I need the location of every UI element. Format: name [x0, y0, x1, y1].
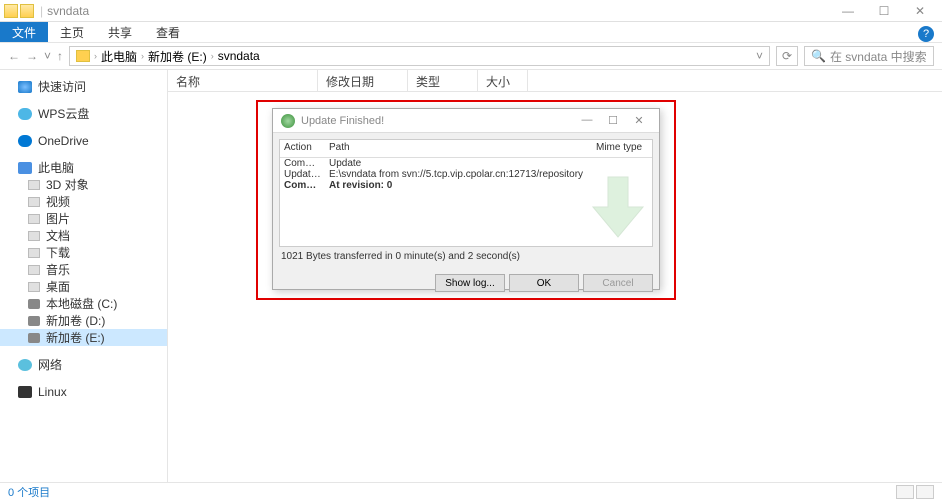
maximize-button[interactable]: ☐: [866, 0, 902, 22]
network-icon: [18, 359, 32, 371]
sidebar: 快速访问 WPS云盘 OneDrive 此电脑 3D 对象 视频 图片 文档 下…: [0, 70, 168, 482]
tab-share[interactable]: 共享: [96, 22, 144, 42]
status-bar: 0 个项目: [0, 482, 942, 500]
chevron-right-icon: ›: [94, 51, 97, 61]
address-input[interactable]: › 此电脑 › 新加卷 (E:) › svndata ˅: [69, 46, 770, 66]
chevron-right-icon: ›: [141, 51, 144, 61]
help-button[interactable]: ?: [918, 26, 934, 42]
dialog-maximize[interactable]: ☐: [601, 114, 625, 127]
dialog-titlebar[interactable]: Update Finished! — ☐ ✕: [273, 109, 659, 133]
folder-icon: [28, 180, 40, 190]
refresh-button[interactable]: ⟳: [776, 46, 798, 66]
sidebar-onedrive[interactable]: OneDrive: [0, 132, 167, 149]
sidebar-downloads[interactable]: 下载: [0, 244, 167, 261]
onedrive-icon: [18, 135, 32, 147]
tab-home[interactable]: 主页: [48, 22, 96, 42]
dialog-status: 1021 Bytes transferred in 0 minute(s) an…: [279, 247, 653, 266]
title-bar: | svndata — ☐ ✕: [0, 0, 942, 22]
sidebar-wps[interactable]: WPS云盘: [0, 105, 167, 122]
download-arrow-icon: [588, 172, 648, 242]
breadcrumb-part[interactable]: 新加卷 (E:): [148, 48, 207, 65]
drive-icon: [28, 316, 40, 326]
content-area: 名称 修改日期 类型 大小 此文件夹为空。 Update Finished! —…: [168, 70, 942, 482]
dialog-minimize[interactable]: —: [575, 114, 599, 127]
folder-icon: [28, 231, 40, 241]
search-placeholder: 在 svndata 中搜索: [830, 48, 927, 65]
sidebar-quick-access[interactable]: 快速访问: [0, 78, 167, 95]
back-button[interactable]: ←: [8, 49, 20, 63]
forward-button[interactable]: →: [26, 49, 38, 63]
drive-icon: [28, 299, 40, 309]
close-button[interactable]: ✕: [902, 0, 938, 22]
folder-icon: [28, 197, 40, 207]
view-details-button[interactable]: [896, 485, 914, 499]
tab-file[interactable]: 文件: [0, 22, 48, 42]
address-bar: ← → ˅ ↑ › 此电脑 › 新加卷 (E:) › svndata ˅ ⟳ 🔍…: [0, 42, 942, 70]
item-count: 0 个项目: [8, 484, 50, 500]
sidebar-drive-d[interactable]: 新加卷 (D:): [0, 312, 167, 329]
dropdown-icon[interactable]: ˅: [756, 49, 763, 63]
cloud-icon: [18, 108, 32, 120]
folder-icon: [20, 4, 34, 18]
col-size[interactable]: 大小: [478, 70, 528, 91]
breadcrumb-part[interactable]: svndata: [218, 49, 260, 63]
folder-icon: [28, 265, 40, 275]
sidebar-videos[interactable]: 视频: [0, 193, 167, 210]
col-date[interactable]: 修改日期: [318, 70, 408, 91]
sidebar-music[interactable]: 音乐: [0, 261, 167, 278]
ok-button[interactable]: OK: [509, 274, 579, 292]
search-input[interactable]: 🔍 在 svndata 中搜索: [804, 46, 934, 66]
dialog-title: Update Finished!: [301, 115, 384, 127]
sidebar-this-pc[interactable]: 此电脑: [0, 159, 167, 176]
ribbon-tabs: 文件 主页 共享 查看: [0, 22, 942, 42]
dialog-log-table: Action Path Mime type Command Update Upd…: [279, 139, 653, 247]
svn-icon: [281, 114, 295, 128]
column-headers: 名称 修改日期 类型 大小: [168, 70, 942, 92]
sidebar-documents[interactable]: 文档: [0, 227, 167, 244]
sidebar-linux[interactable]: Linux: [0, 383, 167, 400]
folder-icon: [28, 282, 40, 292]
show-log-button[interactable]: Show log...: [435, 274, 505, 292]
titlebar-icons: |: [4, 4, 47, 18]
dialog-close[interactable]: ✕: [627, 114, 651, 127]
sidebar-3d-objects[interactable]: 3D 对象: [0, 176, 167, 193]
drive-icon: [28, 333, 40, 343]
up-button[interactable]: ↑: [57, 49, 63, 63]
search-icon: 🔍: [811, 49, 826, 63]
pc-icon: [18, 162, 32, 174]
minimize-button[interactable]: —: [830, 0, 866, 22]
breadcrumb-part[interactable]: 此电脑: [101, 48, 137, 65]
separator: |: [40, 4, 43, 18]
folder-icon: [28, 248, 40, 258]
folder-icon: [4, 4, 18, 18]
sidebar-drive-c[interactable]: 本地磁盘 (C:): [0, 295, 167, 312]
sidebar-drive-e[interactable]: 新加卷 (E:): [0, 329, 167, 346]
table-row[interactable]: Command Update: [280, 158, 652, 169]
window-title: svndata: [47, 4, 89, 18]
sidebar-desktop[interactable]: 桌面: [0, 278, 167, 295]
th-path[interactable]: Path: [325, 140, 592, 157]
view-large-button[interactable]: [916, 485, 934, 499]
col-type[interactable]: 类型: [408, 70, 478, 91]
col-name[interactable]: 名称: [168, 70, 318, 91]
chevron-right-icon: ›: [211, 51, 214, 61]
update-finished-dialog: Update Finished! — ☐ ✕ Action Path Mime …: [272, 108, 660, 290]
star-icon: [18, 81, 32, 93]
linux-icon: [18, 386, 32, 398]
folder-icon: [28, 214, 40, 224]
cancel-button[interactable]: Cancel: [583, 274, 653, 292]
chevron-down-icon[interactable]: ˅: [44, 49, 51, 63]
sidebar-pictures[interactable]: 图片: [0, 210, 167, 227]
th-mime[interactable]: Mime type: [592, 140, 652, 157]
tab-view[interactable]: 查看: [144, 22, 192, 42]
th-action[interactable]: Action: [280, 140, 325, 157]
folder-icon: [76, 50, 90, 62]
sidebar-network[interactable]: 网络: [0, 356, 167, 373]
